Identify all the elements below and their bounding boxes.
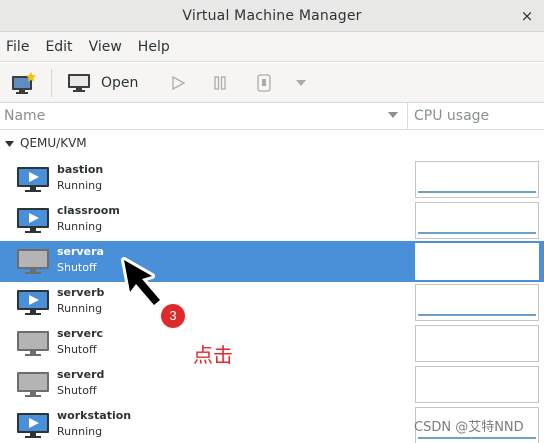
open-label: Open (101, 75, 139, 91)
vm-state: Shutoff (57, 343, 97, 356)
cpu-usage-graph (415, 284, 539, 321)
menu-help[interactable]: Help (138, 39, 170, 55)
vm-shutoff-icon (17, 331, 49, 356)
connection-group[interactable]: QEMU/KVM (0, 132, 544, 156)
title-bar: Virtual Machine Manager × (0, 0, 544, 32)
toolbar: Open (0, 63, 544, 103)
vm-state: Running (57, 302, 103, 315)
run-button[interactable] (164, 69, 192, 97)
vm-state: Running (57, 220, 103, 233)
vm-row[interactable]: servera Shutoff (0, 241, 544, 282)
column-cpu-header[interactable]: CPU usage (414, 108, 489, 124)
open-button[interactable]: Open (67, 69, 143, 97)
column-name-header[interactable]: Name (4, 108, 45, 124)
cpu-usage-graph (415, 366, 539, 403)
cpu-usage-graph (415, 202, 539, 239)
vm-running-icon (17, 167, 49, 192)
vm-state: Shutoff (57, 384, 97, 397)
vm-name: bastion (57, 163, 104, 176)
sort-arrow-icon[interactable] (388, 112, 398, 119)
column-divider[interactable] (407, 103, 408, 130)
menu-bar: File Edit View Help (0, 32, 544, 62)
vm-running-icon (17, 208, 49, 233)
dropdown-arrow-icon (296, 80, 306, 86)
vm-name: serverb (57, 286, 105, 299)
cpu-usage-graph (415, 161, 539, 198)
toolbar-separator (51, 69, 52, 97)
vm-shutoff-icon (17, 372, 49, 397)
vm-name: serverd (57, 368, 105, 381)
play-icon (172, 75, 186, 91)
new-vm-button[interactable] (8, 69, 40, 97)
vm-name: workstation (57, 409, 132, 422)
vm-name: serverc (57, 327, 104, 340)
vm-row[interactable]: serverb Running (0, 282, 544, 323)
menu-edit[interactable]: Edit (45, 39, 72, 55)
watermark: CSDN @艾特NND (414, 420, 524, 435)
expander-arrow-icon[interactable] (5, 141, 14, 147)
cpu-usage-graph (415, 325, 539, 362)
monitor-icon (68, 74, 90, 92)
pause-icon (214, 76, 226, 90)
cpu-usage-graph (415, 243, 539, 280)
cpu-usage-line (418, 191, 536, 193)
menu-file[interactable]: File (6, 39, 29, 55)
cpu-usage-line (418, 314, 536, 316)
new-vm-icon (12, 72, 36, 94)
connection-label: QEMU/KVM (20, 136, 87, 150)
shutdown-menu-button[interactable] (290, 69, 312, 97)
pause-button[interactable] (206, 69, 234, 97)
step-badge: 3 (161, 304, 185, 328)
vm-state: Running (57, 179, 103, 192)
vm-row[interactable]: serverd Shutoff (0, 364, 544, 405)
vm-running-icon (17, 290, 49, 315)
vm-row[interactable]: classroom Running (0, 200, 544, 241)
vm-state: Running (57, 425, 103, 438)
window-title: Virtual Machine Manager (182, 7, 362, 24)
vm-running-icon (17, 413, 49, 438)
vm-row[interactable]: serverc Shutoff (0, 323, 544, 364)
vm-state: Shutoff (57, 261, 97, 274)
column-header: Name CPU usage (0, 103, 544, 130)
shutdown-icon (257, 74, 271, 92)
annotation-text: 点击 (193, 343, 233, 367)
shutdown-button[interactable] (250, 69, 278, 97)
vm-shutoff-icon (17, 249, 49, 274)
close-icon[interactable]: × (518, 7, 536, 25)
menu-view[interactable]: View (89, 39, 122, 55)
cpu-usage-line (418, 232, 536, 234)
vm-row[interactable]: bastion Running (0, 159, 544, 200)
cpu-usage-line (418, 437, 536, 439)
vm-name: servera (57, 245, 104, 258)
vm-name: classroom (57, 204, 120, 217)
mouse-cursor-icon (121, 257, 163, 308)
